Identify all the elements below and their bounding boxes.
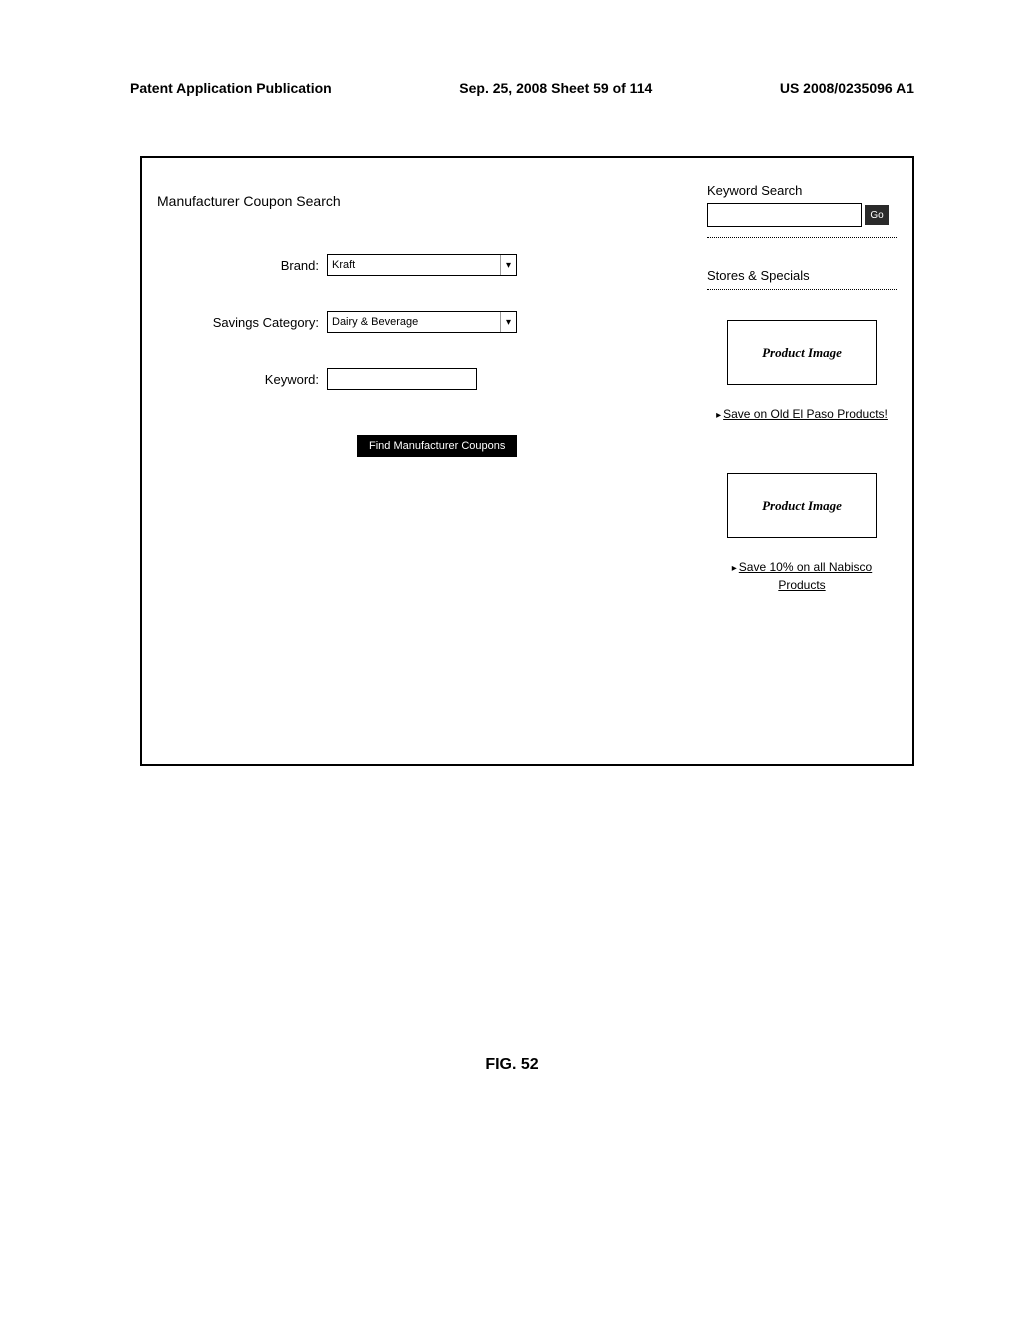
category-select-wrap: ▾ (327, 311, 517, 333)
figure-label: FIG. 52 (0, 1056, 1024, 1074)
category-label: Savings Category: (157, 315, 327, 330)
arrow-icon: ▸ (732, 563, 737, 574)
keyword-label: Keyword: (157, 372, 327, 387)
search-panel: Manufacturer Coupon Search Brand: ▾ Savi… (142, 158, 692, 764)
keyword-search-box: Keyword Search Go (707, 183, 897, 238)
product-block: Product Image ▸Save on Old El Paso Produ… (707, 320, 897, 423)
go-button[interactable]: Go (865, 205, 889, 225)
header-center: Sep. 25, 2008 Sheet 59 of 114 (459, 80, 652, 96)
brand-label: Brand: (157, 258, 327, 273)
product-link-row: ▸Save on Old El Paso Products! (707, 405, 897, 423)
product-link[interactable]: Save 10% on all Nabisco Products (739, 560, 872, 592)
product-link[interactable]: Save on Old El Paso Products! (723, 407, 888, 421)
figure-container: Manufacturer Coupon Search Brand: ▾ Savi… (140, 156, 914, 766)
product-image: Product Image (727, 473, 877, 538)
page-header: Patent Application Publication Sep. 25, … (0, 0, 1024, 96)
keyword-search-title: Keyword Search (707, 183, 897, 198)
arrow-icon: ▸ (716, 410, 721, 421)
category-row: Savings Category: ▾ (157, 311, 672, 333)
header-right: US 2008/0235096 A1 (780, 80, 914, 96)
keyword-row: Keyword: (157, 368, 672, 390)
keyword-input[interactable] (327, 368, 477, 390)
product-block: Product Image ▸Save 10% on all Nabisco P… (707, 473, 897, 594)
stores-specials-title: Stores & Specials (707, 268, 897, 290)
keyword-search-input[interactable] (707, 203, 862, 227)
brand-row: Brand: ▾ (157, 254, 672, 276)
search-title: Manufacturer Coupon Search (157, 193, 672, 209)
product-image: Product Image (727, 320, 877, 385)
brand-select-wrap: ▾ (327, 254, 517, 276)
category-select[interactable] (327, 311, 517, 333)
find-coupons-button[interactable]: Find Manufacturer Coupons (357, 435, 517, 457)
header-left: Patent Application Publication (130, 80, 332, 96)
brand-select[interactable] (327, 254, 517, 276)
keyword-search-row: Go (707, 203, 897, 227)
product-link-row: ▸Save 10% on all Nabisco Products (707, 558, 897, 594)
sidebar-panel: Keyword Search Go Stores & Specials Prod… (692, 158, 912, 764)
